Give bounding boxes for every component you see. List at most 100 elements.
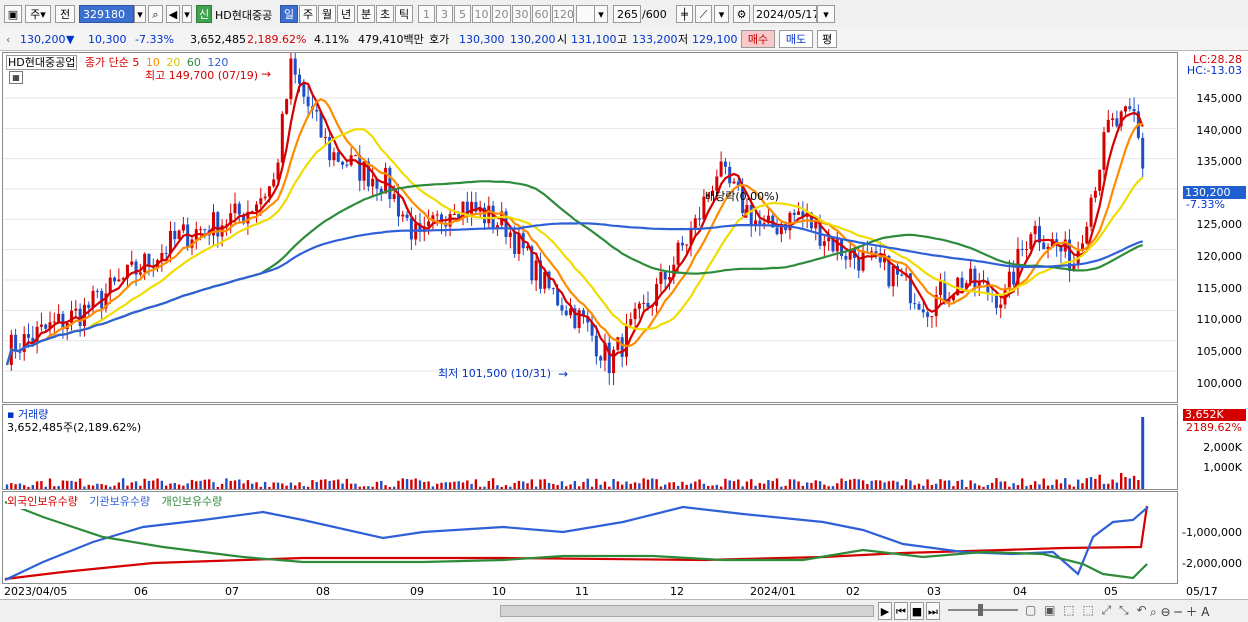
volume-bar xyxy=(53,486,56,489)
zoom-slider-handle[interactable] xyxy=(978,604,983,616)
volume-bar xyxy=(707,485,710,489)
last-page-icon[interactable]: ⏭ xyxy=(926,602,940,620)
interval-1[interactable]: 1 xyxy=(418,5,435,23)
interval-120[interactable]: 120 xyxy=(552,5,574,23)
period-month[interactable]: 월 xyxy=(318,5,336,23)
open-price: 131,100 xyxy=(571,33,617,46)
candle-body xyxy=(52,321,56,323)
code-dropdown-icon[interactable]: ▾ xyxy=(134,5,146,23)
zoom-slider[interactable] xyxy=(948,609,1018,611)
volume-bar xyxy=(414,478,417,489)
volume-bar xyxy=(1033,481,1037,489)
zoom-tools-icons[interactable]: ⌕ ⊖ ─ ＋ A xyxy=(1150,603,1209,620)
volume-bar xyxy=(539,479,542,489)
interval-20[interactable]: 20 xyxy=(492,5,511,23)
interval-10[interactable]: 10 xyxy=(472,5,491,23)
volume-bar xyxy=(78,478,82,489)
interval-3[interactable]: 3 xyxy=(436,5,453,23)
prev-button[interactable]: 전 xyxy=(55,5,75,23)
play-icon[interactable]: ▶ xyxy=(878,602,892,620)
volume-bar xyxy=(922,485,925,489)
candle-body xyxy=(870,251,874,253)
price-panel[interactable]: → → ↓ HD현대중공업 종가 단순 5 10 20 60 120 ▦ 최고 14… xyxy=(2,52,1178,403)
candle-body xyxy=(1141,137,1145,169)
period-tick[interactable]: 틱 xyxy=(395,5,413,23)
scroll-left-icon[interactable]: ‹ xyxy=(6,31,16,48)
max-arrow-icon: → xyxy=(261,67,271,81)
stock-code-input[interactable]: 329180 xyxy=(79,5,134,23)
candle-body xyxy=(939,281,943,296)
interval-60[interactable]: 60 xyxy=(532,5,551,23)
volume-bar xyxy=(750,479,753,489)
volume-bar xyxy=(259,486,263,489)
candle-body xyxy=(508,232,512,237)
volume-panel[interactable]: ▪ 거래량 3,652,485주(2,189.62%) xyxy=(2,404,1178,490)
volume-bar xyxy=(793,479,796,489)
holdings-panel[interactable]: 외국인보유수량 기관보유수량 개인보유수량 xyxy=(2,491,1178,584)
volume-bar xyxy=(771,481,774,489)
sell-button[interactable]: 매도 xyxy=(779,30,813,48)
x-label: 05 xyxy=(1104,585,1118,598)
candle-body xyxy=(44,324,48,329)
volume-bar xyxy=(530,479,534,489)
interval-30[interactable]: 30 xyxy=(512,5,531,23)
volume-bar xyxy=(973,483,977,489)
volume-bar xyxy=(1072,486,1076,489)
candle-body xyxy=(659,272,663,285)
volume-bar xyxy=(87,484,90,489)
volume-bar xyxy=(560,481,564,489)
stop-icon[interactable]: ■ xyxy=(910,602,924,620)
candle-type-icon[interactable]: ╪ xyxy=(676,5,693,23)
interval-5[interactable]: 5 xyxy=(454,5,471,23)
interval-dropdown-icon[interactable]: ▾ xyxy=(594,5,608,23)
volume-bar xyxy=(728,480,731,489)
chart-tools-icons[interactable]: ▢ ▣ ⬚ ⬚ ⤢ ⤡ ↶ xyxy=(1025,603,1149,618)
volume-bar xyxy=(294,485,297,489)
candle-body xyxy=(1128,106,1132,110)
data-table-icon[interactable]: ▦ xyxy=(9,71,23,84)
period-year[interactable]: 년 xyxy=(337,5,355,23)
volume-bar xyxy=(879,480,882,489)
candle-body xyxy=(624,324,628,357)
speaker-dropdown-icon[interactable]: ▾ xyxy=(182,5,192,23)
period-week[interactable]: 주 xyxy=(299,5,317,23)
candle-body xyxy=(302,83,306,97)
volume-bar xyxy=(999,481,1002,489)
eval-button[interactable]: 평 xyxy=(817,30,837,48)
volume-bar xyxy=(156,478,159,489)
volume-bar xyxy=(289,482,293,489)
volume-bar xyxy=(552,483,555,489)
volume-bar xyxy=(457,481,460,489)
draw-line-icon[interactable]: ⟋ xyxy=(695,5,712,23)
calendar-dropdown-icon[interactable]: ▾ xyxy=(817,5,835,23)
volume-bar xyxy=(646,479,650,489)
volume-bar xyxy=(367,486,370,489)
volume-bar xyxy=(104,485,108,489)
volume-bar xyxy=(1137,480,1140,489)
draw-menu-icon[interactable]: ▾ xyxy=(714,5,729,23)
volume-bar xyxy=(1055,479,1058,489)
volume-bar xyxy=(61,480,65,489)
search-icon[interactable]: ⌕ xyxy=(148,5,163,23)
scrollbar-thumb[interactable] xyxy=(500,605,874,617)
new-badge: 신 xyxy=(196,5,212,23)
date-input[interactable]: 2024/05/17 xyxy=(753,5,817,23)
volume-bar xyxy=(672,482,675,489)
candle-body xyxy=(216,212,220,237)
volume-bar xyxy=(448,482,452,489)
buy-button[interactable]: 매수 xyxy=(741,30,775,48)
speaker-icon[interactable]: ◀ xyxy=(166,5,180,23)
volume-bar xyxy=(586,478,589,489)
first-page-icon[interactable]: ⏮ xyxy=(894,602,908,620)
window-menu-icon[interactable]: ▣ xyxy=(4,5,22,23)
volume-bar xyxy=(306,486,310,489)
period-second[interactable]: 초 xyxy=(376,5,394,23)
settings-gear-icon[interactable]: ⚙ xyxy=(733,5,750,23)
candle-body xyxy=(857,257,861,271)
candle-body xyxy=(732,181,736,184)
candle-body xyxy=(285,99,289,114)
market-select[interactable]: 주▾ xyxy=(25,5,51,23)
period-minute[interactable]: 분 xyxy=(357,5,375,23)
count-input[interactable]: 265 xyxy=(613,5,641,23)
period-day[interactable]: 일 xyxy=(280,5,298,23)
